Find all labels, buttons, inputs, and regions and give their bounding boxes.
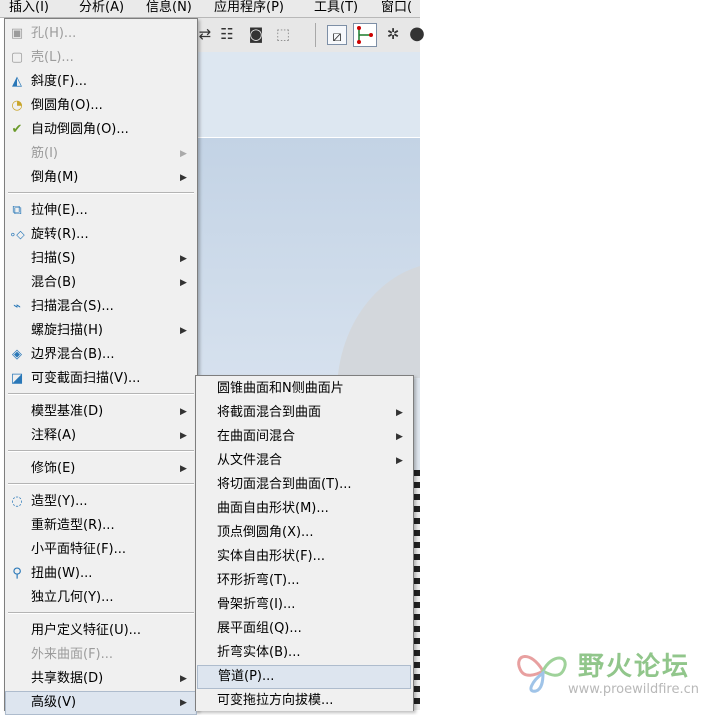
menu-item-round[interactable]: ◔ 倒圆角(O)... bbox=[5, 94, 197, 118]
selection-box-icon[interactable]: ⬚ bbox=[273, 24, 293, 44]
menu-separator bbox=[8, 612, 194, 614]
spin-center-icon[interactable]: ✲ bbox=[383, 24, 403, 44]
menu-item-swept-blend[interactable]: ⌁ 扫描混合(S)... bbox=[5, 295, 197, 319]
toolbar: ⇄ ☷ ◙ ⬚ ⧄ ✲ ● bbox=[195, 18, 425, 53]
menu-applications[interactable]: 应用程序(P) bbox=[214, 0, 284, 17]
submenu-arrow-icon: ▶ bbox=[396, 456, 403, 466]
menu-item-restyle[interactable]: 重新造型(R)... bbox=[5, 514, 197, 538]
datum-display-icon[interactable]: ⧄ bbox=[327, 25, 347, 45]
menu-item-facet-feature[interactable]: 小平面特征(F)... bbox=[5, 538, 197, 562]
submenu-item-surface-free-form[interactable]: 曲面自由形状(M)... bbox=[196, 497, 413, 521]
submenu-item-vertex-round[interactable]: 顶点倒圆角(X)... bbox=[196, 521, 413, 545]
submenu-arrow-icon: ▶ bbox=[180, 254, 187, 264]
submenu-item-toroidal-bend[interactable]: 环形折弯(T)... bbox=[196, 569, 413, 593]
advanced-submenu: 圆锥曲面和N侧曲面片 将截面混合到曲面 ▶ 在曲面间混合 ▶ 从文件混合 ▶ 将切面混… bbox=[195, 375, 414, 711]
menu-item-extrude[interactable]: ⧉ 拉伸(E)... bbox=[5, 199, 197, 223]
submenu-item-section-to-surface[interactable]: 将截面混合到曲面 ▶ bbox=[196, 401, 413, 425]
menu-separator bbox=[8, 483, 194, 485]
menu-separator bbox=[8, 393, 194, 395]
menu-insert[interactable]: 插入(I) bbox=[9, 0, 49, 17]
menu-item-independent-geometry[interactable]: 独立几何(Y)... bbox=[5, 586, 197, 610]
menu-info[interactable]: 信息(N) bbox=[146, 0, 192, 17]
datum-points-icon[interactable] bbox=[353, 23, 377, 47]
warp-icon: ⚲ bbox=[12, 566, 22, 581]
binoculars-find-icon[interactable]: ◙ bbox=[246, 24, 266, 44]
menu-item-var-section-sweep[interactable]: ◪ 可变截面扫描(V)... bbox=[5, 367, 197, 391]
menu-item-revolve[interactable]: ∘◇ 旋转(R)... bbox=[5, 223, 197, 247]
var-section-sweep-icon: ◪ bbox=[10, 371, 24, 386]
menu-item-user-defined-feature[interactable]: 用户定义特征(U)... bbox=[5, 619, 197, 643]
extrude-icon: ⧉ bbox=[12, 203, 22, 218]
watermark-butterfly-logo bbox=[517, 655, 567, 693]
submenu-item-tangent-blend[interactable]: 将切面混合到曲面(T)... bbox=[196, 473, 413, 497]
menu-item-annotation[interactable]: 注释(A) ▶ bbox=[5, 424, 197, 448]
canvas-top-band bbox=[197, 52, 420, 138]
menu-item-model-datum[interactable]: 模型基准(D) ▶ bbox=[5, 400, 197, 424]
menu-item-warp[interactable]: ⚲ 扭曲(W)... bbox=[5, 562, 197, 586]
draft-icon: ◭ bbox=[12, 74, 22, 89]
submenu-arrow-icon: ▶ bbox=[180, 407, 187, 417]
watermark-title: 野火论坛 bbox=[578, 652, 691, 682]
submenu-item-blend-between-surfaces[interactable]: 在曲面间混合 ▶ bbox=[196, 425, 413, 449]
submenu-arrow-icon: ▶ bbox=[180, 431, 187, 441]
submenu-arrow-icon: ▶ bbox=[180, 698, 187, 708]
submenu-item-solid-free-form[interactable]: 实体自由形状(F)... bbox=[196, 545, 413, 569]
menu-tools[interactable]: 工具(T) bbox=[314, 0, 358, 17]
menu-item-cosmetic[interactable]: 修饰(E) ▶ bbox=[5, 457, 197, 481]
menu-separator bbox=[8, 192, 194, 194]
menu-item-helical-sweep[interactable]: 螺旋扫描(H) ▶ bbox=[5, 319, 197, 343]
menu-item-style[interactable]: ◌ 造型(Y)... bbox=[5, 490, 197, 514]
menu-item-sweep[interactable]: 扫描(S) ▶ bbox=[5, 247, 197, 271]
submenu-item-bend-solid[interactable]: 折弯实体(B)... bbox=[196, 641, 413, 665]
menu-item-advanced[interactable]: 高级(V) ▶ bbox=[5, 691, 197, 715]
menu-item-boundary-blend[interactable]: ◈ 边界混合(B)... bbox=[5, 343, 197, 367]
menu-item-foreign-surface[interactable]: 外来曲面(F)... bbox=[5, 643, 197, 667]
submenu-arrow-icon: ▶ bbox=[180, 173, 187, 183]
menu-item-blend[interactable]: 混合(B) ▶ bbox=[5, 271, 197, 295]
submenu-item-flatten-quilt[interactable]: 展平面组(Q)... bbox=[196, 617, 413, 641]
insert-menu: ▣ 孔(H)... ▢ 壳(L)... ◭ 斜度(F)... ◔ 倒圆角(O)... ✔… bbox=[4, 18, 198, 715]
menu-item-hole[interactable]: ▣ 孔(H)... bbox=[5, 22, 197, 46]
menu-item-rib[interactable]: 筋(I) ▶ bbox=[5, 142, 197, 166]
submenu-arrow-icon: ▶ bbox=[180, 464, 187, 474]
watermark-url: www.proewildfire.cn bbox=[568, 682, 699, 697]
submenu-arrow-icon: ▶ bbox=[180, 674, 187, 684]
shell-icon: ▢ bbox=[10, 50, 24, 65]
menu-item-chamfer[interactable]: 倒角(M) ▶ bbox=[5, 166, 197, 190]
submenu-arrow-icon: ▶ bbox=[180, 278, 187, 288]
submenu-arrow-icon: ▶ bbox=[180, 149, 187, 159]
menu-separator bbox=[8, 450, 194, 452]
swept-blend-icon: ⌁ bbox=[13, 299, 21, 314]
submenu-arrow-icon: ▶ bbox=[180, 326, 187, 336]
menu-item-auto-round[interactable]: ✔ 自动倒圆角(O)... bbox=[5, 118, 197, 142]
submenu-item-blend-from-file[interactable]: 从文件混合 ▶ bbox=[196, 449, 413, 473]
menu-item-shell[interactable]: ▢ 壳(L)... bbox=[5, 46, 197, 70]
menu-item-draft[interactable]: ◭ 斜度(F)... bbox=[5, 70, 197, 94]
submenu-arrow-icon: ▶ bbox=[396, 432, 403, 442]
boundary-blend-icon: ◈ bbox=[12, 347, 22, 362]
submenu-item-variable-pull-draft[interactable]: 可变拖拉方向拔模... bbox=[196, 689, 413, 713]
hole-icon: ▣ bbox=[10, 26, 24, 41]
menubar: 插入(I) 分析(A) 信息(N) 应用程序(P) 工具(T) 窗口( bbox=[0, 0, 420, 18]
menu-window[interactable]: 窗口( bbox=[381, 0, 412, 17]
style-icon: ◌ bbox=[11, 494, 23, 509]
submenu-arrow-icon: ▶ bbox=[396, 408, 403, 418]
toolbar-separator bbox=[315, 23, 316, 47]
auto-round-icon: ✔ bbox=[11, 122, 23, 137]
menu-item-shared-data[interactable]: 共享数据(D) ▶ bbox=[5, 667, 197, 691]
submenu-item-spinal-bend[interactable]: 骨架折弯(I)... bbox=[196, 593, 413, 617]
menu-analysis[interactable]: 分析(A) bbox=[79, 0, 124, 17]
round-icon: ◔ bbox=[11, 98, 23, 113]
shading-icon[interactable]: ● bbox=[407, 24, 427, 44]
submenu-item-conic-nsided-patch[interactable]: 圆锥曲面和N侧曲面片 bbox=[196, 377, 413, 401]
regen-icon[interactable]: ⇄ bbox=[195, 24, 215, 44]
regen-manager-icon[interactable]: ☷ bbox=[217, 24, 237, 44]
submenu-item-pipe[interactable]: 管道(P)... bbox=[197, 665, 411, 689]
revolve-icon: ∘◇ bbox=[9, 228, 25, 241]
